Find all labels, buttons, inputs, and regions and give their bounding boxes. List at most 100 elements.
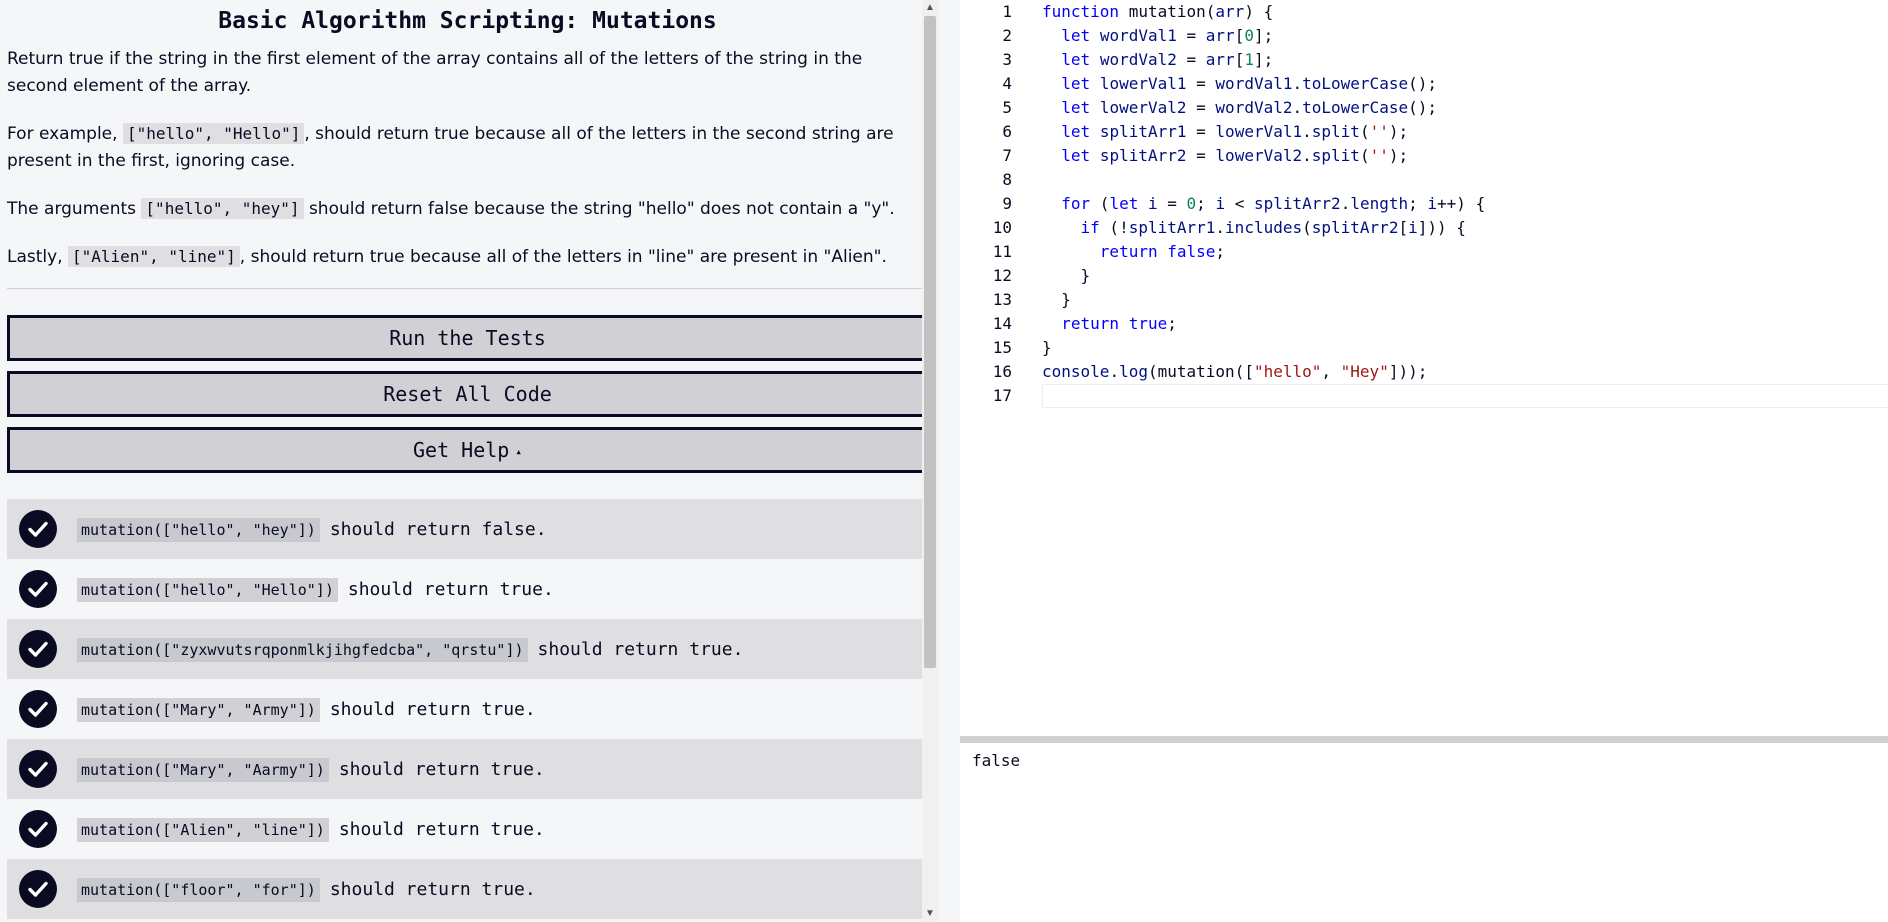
code-token: "hello" bbox=[1253, 362, 1322, 381]
reset-code-button[interactable]: Reset All Code bbox=[7, 371, 928, 417]
code-text: for (let i = 0; i < splitArr2.length; i+… bbox=[1042, 192, 1485, 216]
code-line[interactable]: 7 let splitArr2 = lowerVal2.split(''); bbox=[960, 144, 1888, 168]
code-token: splitArr2 bbox=[1099, 146, 1187, 165]
code-token: ( bbox=[1147, 362, 1158, 381]
code-token: . bbox=[1292, 74, 1303, 93]
code-token: arr bbox=[1205, 50, 1235, 69]
code-line[interactable]: 1 function mutation(arr) { bbox=[960, 0, 1888, 24]
code-token: let bbox=[1109, 194, 1139, 213]
line-number: 17 bbox=[992, 386, 1012, 405]
code-line[interactable]: 4 let lowerVal1 = wordVal1.toLowerCase()… bbox=[960, 72, 1888, 96]
code-line[interactable]: 3 let wordVal2 = arr[1]; bbox=[960, 48, 1888, 72]
code-line[interactable]: 6 let splitArr1 = lowerVal1.split(''); bbox=[960, 120, 1888, 144]
scroll-up-arrow-icon[interactable]: ▲ bbox=[922, 0, 938, 16]
code-token: i bbox=[1408, 218, 1418, 237]
code-line[interactable]: 17 bbox=[960, 384, 1888, 408]
scroll-down-arrow-icon[interactable]: ▼ bbox=[922, 906, 938, 922]
code-token: splitArr2 bbox=[1311, 218, 1399, 237]
test-expectation: should return true. bbox=[329, 698, 536, 720]
divider bbox=[7, 288, 928, 289]
code-token: let bbox=[1061, 74, 1091, 93]
line-number: 15 bbox=[992, 338, 1012, 357]
line-number: 16 bbox=[992, 362, 1012, 381]
test-row: mutation(["Alien", "line"]) should return… bbox=[7, 799, 928, 859]
test-row: mutation(["hello", "hey"]) should return … bbox=[7, 499, 928, 559]
code-token: wordVal1 bbox=[1099, 26, 1177, 45]
code-token: wordVal1 bbox=[1215, 74, 1293, 93]
code-line[interactable]: 14 return true; bbox=[960, 312, 1888, 336]
code-line[interactable]: 16 console.log(mutation(["hello", "Hey"])… bbox=[960, 360, 1888, 384]
code-token: mutation bbox=[1128, 2, 1206, 21]
code-token: toLowerCase bbox=[1302, 98, 1409, 117]
code-text: if (!splitArr1.includes(splitArr2[i])) { bbox=[1042, 216, 1466, 240]
scroll-thumb[interactable] bbox=[924, 16, 936, 668]
scrollbar[interactable]: ▲ ▼ bbox=[922, 0, 938, 922]
code-token: '' bbox=[1369, 122, 1389, 141]
code-token: 1 bbox=[1244, 50, 1254, 69]
code-line[interactable]: 9 for (let i = 0; i < splitArr2.length; … bbox=[960, 192, 1888, 216]
code-token: true bbox=[1128, 314, 1168, 333]
instructions-panel: Basic Algorithm Scripting: Mutations Ret… bbox=[0, 0, 938, 922]
code-token: toLowerCase bbox=[1302, 74, 1409, 93]
code-text: } bbox=[1042, 336, 1052, 360]
code-token: console bbox=[1042, 362, 1110, 381]
code-line[interactable]: 2 let wordVal1 = arr[0]; bbox=[960, 24, 1888, 48]
paragraph-text: Return true if the string in the first e… bbox=[7, 49, 863, 96]
get-help-button[interactable]: Get Help ▴ bbox=[7, 427, 928, 473]
code-token: wordVal2 bbox=[1099, 50, 1177, 69]
code-line[interactable]: 12 } bbox=[960, 264, 1888, 288]
code-token: } bbox=[1042, 290, 1071, 309]
line-number: 9 bbox=[1002, 194, 1012, 213]
code-text: function mutation(arr) { bbox=[1042, 0, 1273, 24]
code-token: let bbox=[1061, 98, 1091, 117]
code-text: let lowerVal2 = wordVal2.toLowerCase(); bbox=[1042, 96, 1437, 120]
test-description: mutation(["hello", "Hello"]) should retur… bbox=[77, 577, 554, 602]
code-line[interactable]: 10 if (!splitArr1.includes(splitArr2[i])… bbox=[960, 216, 1888, 240]
code-token: < bbox=[1225, 194, 1254, 213]
test-row: mutation(["zyxwvutsrqponmlkjihgfedcba", … bbox=[7, 619, 928, 679]
code-line[interactable]: 11 return false; bbox=[960, 240, 1888, 264]
code-line[interactable]: 15} bbox=[960, 336, 1888, 360]
code-text: let lowerVal1 = wordVal1.toLowerCase(); bbox=[1042, 72, 1437, 96]
code-token: ( bbox=[1359, 122, 1370, 141]
code-token: ]; bbox=[1253, 50, 1274, 69]
test-description: mutation(["Mary", "Aarmy"]) should return… bbox=[77, 757, 545, 782]
run-tests-button[interactable]: Run the Tests bbox=[7, 315, 928, 361]
editor-console-splitter[interactable] bbox=[960, 736, 1888, 743]
code-token: . bbox=[1302, 122, 1312, 141]
code-text: } bbox=[1042, 288, 1071, 312]
code-line[interactable]: 5 let lowerVal2 = wordVal2.toLowerCase()… bbox=[960, 96, 1888, 120]
inline-code: ["hello", "Hello"] bbox=[122, 123, 305, 144]
test-row: mutation(["hello", "Hello"]) should retur… bbox=[7, 559, 928, 619]
code-token: = bbox=[1157, 194, 1187, 213]
code-text: let splitArr1 = lowerVal1.split(''); bbox=[1042, 120, 1408, 144]
panel-divider[interactable] bbox=[938, 0, 960, 922]
test-description: mutation(["hello", "hey"]) should return … bbox=[77, 517, 547, 542]
code-editor[interactable]: 1 function mutation(arr) {2 let wordVal1 … bbox=[960, 0, 1888, 736]
line-number: 2 bbox=[1002, 26, 1012, 45]
code-token: ( bbox=[1205, 2, 1216, 21]
test-row: mutation(["Mary", "Aarmy"]) should return… bbox=[7, 739, 928, 799]
code-token: return bbox=[1099, 242, 1158, 261]
code-token: lowerVal2 bbox=[1099, 98, 1187, 117]
line-number: 3 bbox=[1002, 50, 1012, 69]
code-line[interactable]: 13 } bbox=[960, 288, 1888, 312]
code-token: = bbox=[1176, 50, 1206, 69]
test-expectation: should return true. bbox=[347, 578, 554, 600]
code-token: ( bbox=[1302, 218, 1312, 237]
test-expectation: should return true. bbox=[537, 638, 744, 660]
check-circle-icon bbox=[19, 690, 57, 728]
description-paragraph: For example, ["hello", "Hello"], should … bbox=[7, 120, 928, 175]
code-token: ) { bbox=[1244, 2, 1274, 21]
code-token: [ bbox=[1234, 26, 1245, 45]
reset-code-label: Reset All Code bbox=[383, 382, 552, 406]
code-line[interactable]: 8 bbox=[960, 168, 1888, 192]
code-token: , bbox=[1321, 362, 1341, 381]
code-token: ++) { bbox=[1437, 194, 1486, 213]
